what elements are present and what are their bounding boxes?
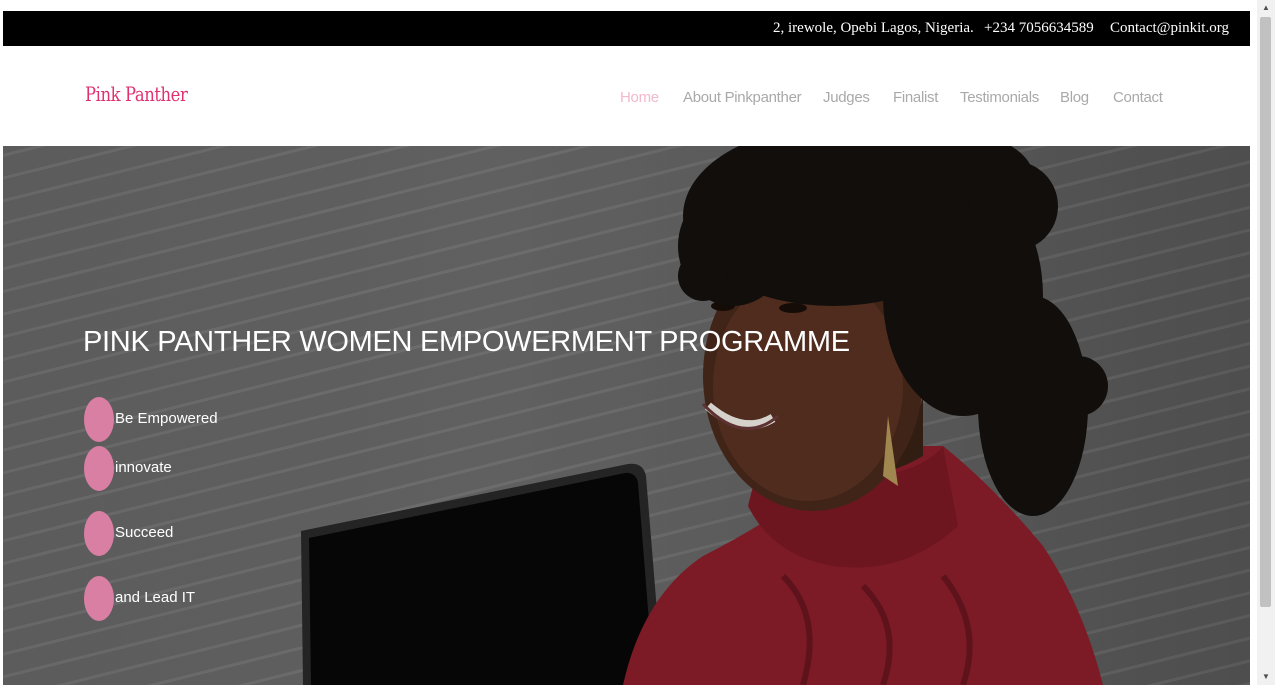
bullet-lead-it: and Lead IT <box>115 589 196 606</box>
site-header: Pink Panther Home About Pinkpanther Judg… <box>3 46 1250 146</box>
bullet-circle <box>84 511 114 556</box>
contact-topbar: 2, irewole, Opebi Lagos, Nigeria. +234 7… <box>3 11 1250 46</box>
site-logo[interactable]: Pink Panther <box>85 82 188 106</box>
nav-about[interactable]: About Pinkpanther <box>683 89 802 106</box>
scrollbar-thumb[interactable] <box>1260 17 1271 607</box>
hero-banner: PINK PANTHER WOMEN EMPOWERMENT PROGRAMME… <box>3 146 1250 685</box>
bullet-succeed: Succeed <box>115 524 174 541</box>
nav-testimonials[interactable]: Testimonials <box>960 89 1039 106</box>
email-link[interactable]: Contact@pinkit.org <box>1110 20 1229 37</box>
triangle-up-icon[interactable]: ▲ <box>1257 0 1275 16</box>
page-frame: 2, irewole, Opebi Lagos, Nigeria. +234 7… <box>3 11 1250 685</box>
bullet-innovate: innovate <box>115 459 172 476</box>
address-text: 2, irewole, Opebi Lagos, Nigeria. <box>773 20 974 36</box>
bullet-circle <box>84 576 114 621</box>
triangle-down-icon[interactable]: ▼ <box>1257 669 1275 685</box>
bullet-circle <box>84 397 114 442</box>
nav-blog[interactable]: Blog <box>1060 89 1089 106</box>
page-scrollbar[interactable]: ▲ ▼ <box>1257 0 1275 685</box>
nav-contact[interactable]: Contact <box>1113 89 1163 106</box>
bullet-circle <box>84 446 114 491</box>
nav-home[interactable]: Home <box>620 89 659 106</box>
nav-judges[interactable]: Judges <box>823 89 870 106</box>
bullet-be-empowered: Be Empowered <box>115 410 218 427</box>
phone-link[interactable]: +234 7056634589 <box>984 20 1094 37</box>
nav-finalist[interactable]: Finalist <box>893 89 938 106</box>
hero-title: PINK PANTHER WOMEN EMPOWERMENT PROGRAMME <box>83 326 850 358</box>
